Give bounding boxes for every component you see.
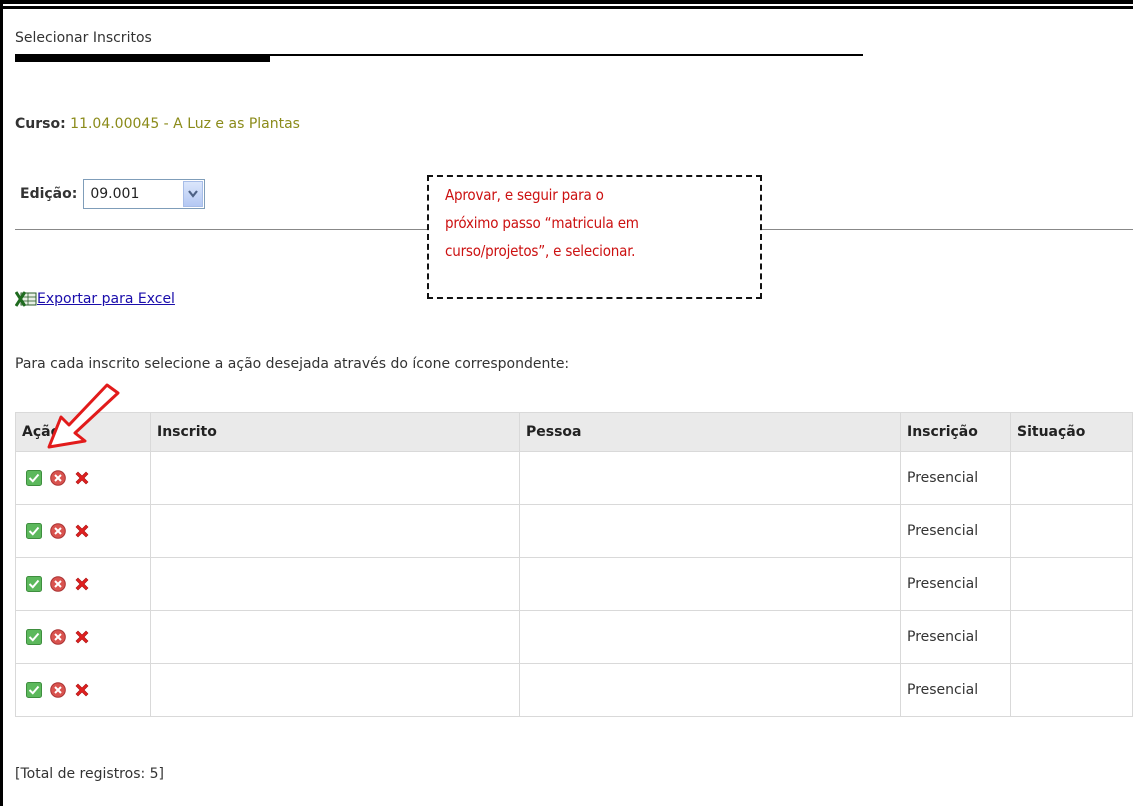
row-actions [15,504,151,558]
approve-check-icon[interactable] [26,470,42,486]
cell-situacao [1010,663,1133,717]
cancel-circle-icon[interactable] [50,576,66,592]
row-actions [15,610,151,664]
table-row: Presencial [15,451,1133,505]
cell-situacao [1010,610,1133,664]
table-row: Presencial [15,557,1133,611]
table-header-row: Ação Inscrito Pessoa Inscrição Situação [15,412,1133,452]
col-header-pessoa: Pessoa [519,412,901,452]
cell-inscricao: Presencial [900,610,1011,664]
curso-line: Curso: 11.04.00045 - A Luz e as Plantas [15,116,300,132]
chevron-down-icon[interactable] [183,181,204,207]
cell-situacao [1010,504,1133,558]
cell-inscricao: Presencial [900,663,1011,717]
cell-pessoa [519,504,901,558]
cell-inscrito [150,557,520,611]
delete-x-icon[interactable] [74,629,90,645]
cancel-circle-icon[interactable] [50,470,66,486]
delete-x-icon[interactable] [74,576,90,592]
col-header-inscricao: Inscrição [900,412,1011,452]
edicao-selected-value: 09.001 [90,186,140,202]
cell-inscrito [150,610,520,664]
table-row: Presencial [15,663,1133,717]
row-actions [15,663,151,717]
callout-line-2: próximo passo “matricula em [445,214,639,232]
table-row: Presencial [15,504,1133,558]
cell-pessoa [519,451,901,505]
export-excel[interactable]: Exportar para Excel [15,291,175,307]
edicao-label: Edição: [20,186,78,202]
cell-situacao [1010,557,1133,611]
cell-situacao [1010,451,1133,505]
cancel-circle-icon[interactable] [50,523,66,539]
col-header-situacao: Situação [1010,412,1133,452]
callout-line-1: Aprovar, e seguir para o [445,186,604,204]
cell-inscrito [150,663,520,717]
page-title: Selecionar Inscritos [15,30,152,46]
approve-check-icon[interactable] [26,523,42,539]
curso-label: Curso: [15,116,66,132]
cell-pessoa [519,610,901,664]
edicao-field: Edição: 09.001 [20,179,206,209]
edicao-select[interactable]: 09.001 [83,179,206,209]
cell-inscrito [150,504,520,558]
red-arrow-annotation [47,383,120,449]
delete-x-icon[interactable] [74,682,90,698]
approve-check-icon[interactable] [26,682,42,698]
cell-inscricao: Presencial [900,557,1011,611]
callout-line-3: curso/projetos”, e selecionar. [445,242,636,260]
cell-inscricao: Presencial [900,504,1011,558]
title-underline-accent [15,56,270,62]
annotation-callout: Aprovar, e seguir para o próximo passo “… [427,175,762,299]
cell-inscrito [150,451,520,505]
export-excel-link[interactable]: Exportar para Excel [37,291,175,307]
approve-check-icon[interactable] [26,629,42,645]
inscritos-table: Ação Inscrito Pessoa Inscrição Situação [15,412,1133,717]
cell-pessoa [519,663,901,717]
approve-check-icon[interactable] [26,576,42,592]
col-header-inscrito: Inscrito [150,412,520,452]
cell-pessoa [519,557,901,611]
row-actions [15,451,151,505]
row-actions [15,557,151,611]
cell-inscricao: Presencial [900,451,1011,505]
total-records: [Total de registros: 5] [15,766,165,782]
cancel-circle-icon[interactable] [50,682,66,698]
curso-value: 11.04.00045 - A Luz e as Plantas [70,116,300,132]
instructions-text: Para cada inscrito selecione a ação dese… [15,356,570,372]
excel-icon [15,291,37,307]
delete-x-icon[interactable] [74,523,90,539]
cancel-circle-icon[interactable] [50,629,66,645]
table-row: Presencial [15,610,1133,664]
delete-x-icon[interactable] [74,470,90,486]
